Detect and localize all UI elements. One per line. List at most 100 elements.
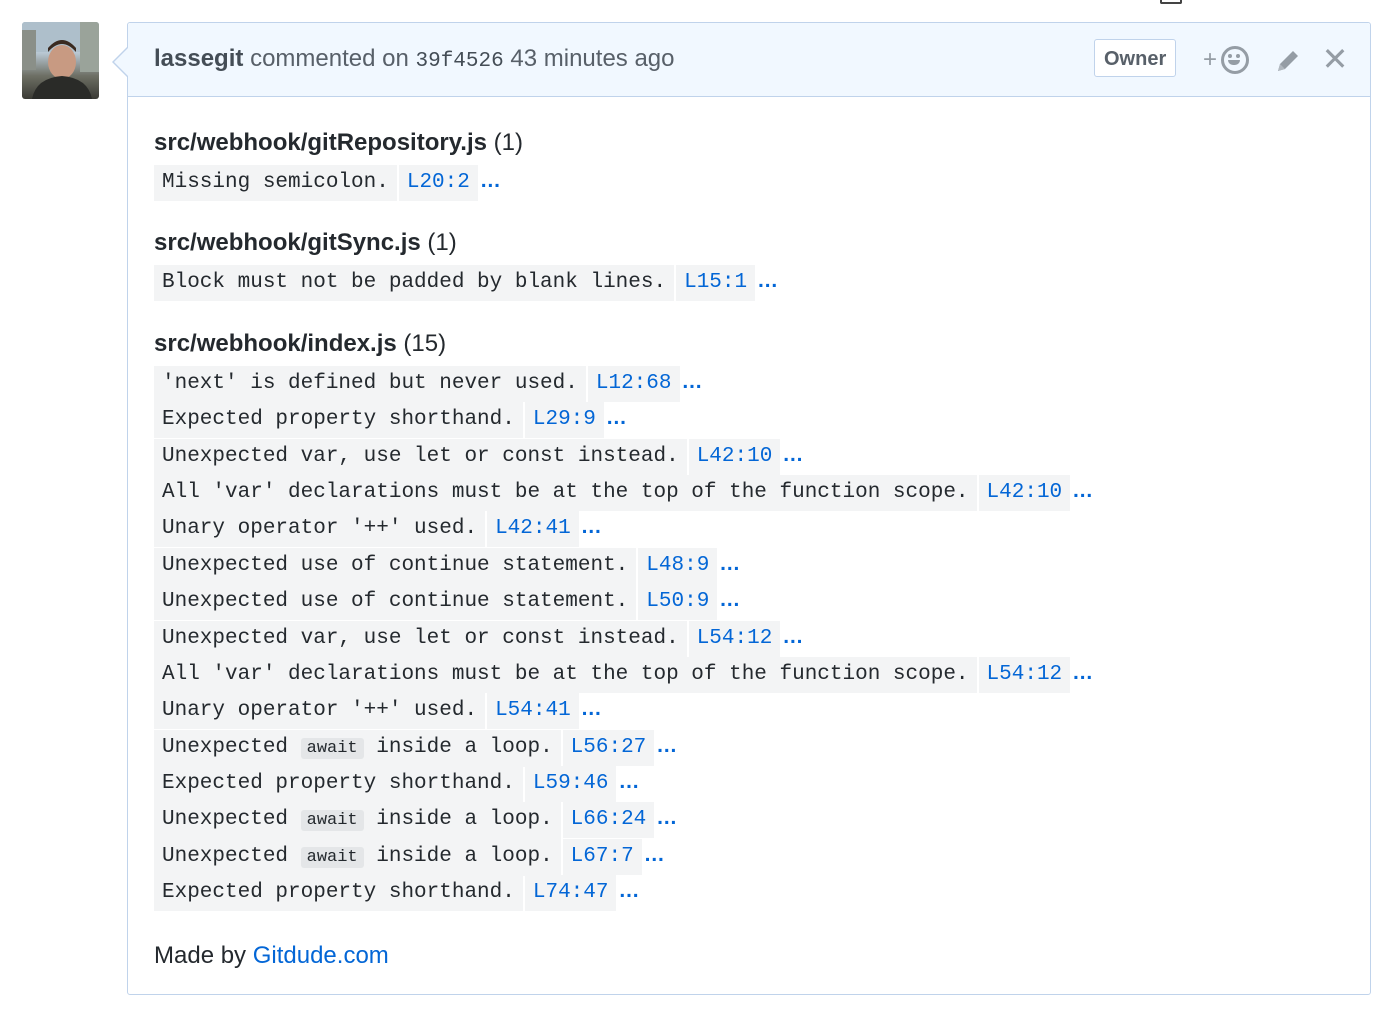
line-link[interactable]: L67:7 [562, 838, 642, 875]
line-link[interactable]: L29:9 [524, 402, 604, 439]
issue-message: Unexpected var, use let or const instead… [154, 438, 687, 475]
top-edge-fragment [1160, 0, 1380, 4]
issue-row: Unexpected use of continue statement. L50… [154, 582, 1344, 621]
expand-ellipsis[interactable]: … [480, 169, 501, 192]
gitdude-link[interactable]: Gitdude.com [253, 942, 389, 969]
issue-count: (15) [396, 329, 447, 357]
expand-ellipsis[interactable]: … [719, 588, 740, 611]
issue-message: Expected property shorthand. [154, 875, 523, 912]
message-text: All 'var' declarations must be at the to… [162, 662, 969, 686]
issue-row: 'next' is defined but never used. L12:68… [154, 364, 1344, 402]
file-path: src/webhook/gitSync.js [154, 229, 421, 257]
avatar-photo [22, 22, 99, 99]
issue-message: Expected property shorthand. [154, 766, 523, 803]
message-text: inside a loop. [363, 735, 553, 759]
expand-ellipsis[interactable]: … [606, 406, 627, 429]
message-text: inside a loop. [363, 844, 553, 868]
issue-message: Unary operator '++' used. [154, 693, 486, 730]
message-text: Expected property shorthand. [162, 408, 515, 432]
author-link[interactable]: lassegit [154, 45, 243, 72]
message-text: Unary operator '++' used. [162, 517, 478, 541]
issue-message: All 'var' declarations must be at the to… [154, 656, 977, 693]
issue-message: Unexpected use of continue statement. [154, 584, 637, 621]
line-link[interactable]: L42:41 [487, 511, 579, 548]
message-text: inside a loop. [363, 808, 553, 832]
expand-ellipsis[interactable]: … [1072, 661, 1093, 684]
line-link[interactable]: L42:10 [688, 438, 781, 475]
inline-code: await [300, 810, 364, 832]
issue-message: Unexpected use of continue statement. [154, 547, 637, 584]
add-reaction-button[interactable]: + [1203, 45, 1253, 75]
issue-message: Missing semicolon. [154, 165, 397, 201]
owner-badge: Owner [1094, 39, 1177, 77]
line-link[interactable]: L12:68 [587, 365, 680, 402]
line-link[interactable]: L66:24 [562, 802, 655, 839]
message-text: All 'var' declarations must be at the to… [162, 480, 969, 504]
avatar[interactable] [22, 22, 99, 99]
issue-count: (1) [420, 229, 457, 257]
expand-ellipsis[interactable]: … [757, 269, 778, 292]
expand-ellipsis[interactable]: … [719, 552, 740, 575]
pencil-icon [1278, 51, 1298, 71]
edit-comment-button[interactable] [1274, 47, 1302, 75]
expand-ellipsis[interactable]: … [656, 806, 677, 829]
expand-ellipsis[interactable]: … [618, 879, 639, 902]
issue-row: Expected property shorthand. L59:46… [154, 764, 1344, 803]
issue-row: Expected property shorthand. L29:9… [154, 400, 1344, 439]
line-link[interactable]: L50:9 [638, 584, 718, 621]
expand-ellipsis[interactable]: … [782, 625, 803, 648]
issue-message: Unary operator '++' used. [154, 511, 486, 548]
message-text: Unexpected [162, 735, 301, 759]
issue-message: Unexpected await inside a loop. [154, 838, 561, 876]
message-text: Unexpected use of continue statement. [162, 590, 629, 614]
expand-ellipsis[interactable]: … [682, 370, 703, 393]
commit-sha-link[interactable]: 39f4526 [416, 50, 504, 73]
issue-row: Unexpected await inside a loop. L67:7… [154, 837, 1344, 876]
line-link[interactable]: L48:9 [638, 547, 718, 584]
file-title: src/webhook/gitSync.js (1) [154, 223, 1344, 263]
file-group: src/webhook/gitSync.js (1) Block must not… [154, 223, 1344, 302]
line-link[interactable]: L74:47 [524, 875, 617, 912]
line-link[interactable]: L54:41 [487, 693, 579, 730]
message-text: Unexpected [162, 808, 301, 832]
issue-message: Unexpected await inside a loop. [154, 802, 561, 840]
line-link[interactable]: L15:1 [676, 265, 756, 302]
issue-message: All 'var' declarations must be at the to… [154, 474, 977, 511]
issue-row: Expected property shorthand. L74:47… [154, 873, 1344, 912]
expand-ellipsis[interactable]: … [581, 515, 602, 538]
comment-action: commented on [250, 45, 409, 72]
line-link[interactable]: L20:2 [398, 165, 478, 201]
line-link[interactable]: L56:27 [562, 729, 655, 766]
expand-ellipsis[interactable]: … [581, 697, 602, 720]
issue-message: Block must not be padded by blank lines. [154, 265, 675, 302]
issue-row: All 'var' declarations must be at the to… [154, 655, 1344, 693]
message-text: Missing semicolon. [162, 171, 389, 194]
issue-row: Missing semicolon. L20:2… [154, 163, 1344, 201]
comment-arrow-fill [114, 47, 129, 77]
file-path: src/webhook/gitRepository.js [154, 129, 487, 156]
issue-row: All 'var' declarations must be at the to… [154, 473, 1344, 511]
line-link[interactable]: L54:12 [688, 620, 781, 657]
expand-ellipsis[interactable]: … [1072, 479, 1093, 502]
line-link[interactable]: L59:46 [524, 766, 617, 803]
issue-row: Unexpected var, use let or const instead… [154, 437, 1344, 475]
issue-row: Unary operator '++' used. L42:41… [154, 509, 1344, 548]
line-link[interactable]: L42:10 [978, 474, 1071, 511]
issue-message: Unexpected var, use let or const instead… [154, 620, 687, 657]
checkbox-icon [1160, 0, 1182, 4]
footer: Made by Gitdude.com [154, 942, 1344, 970]
file-title: src/webhook/gitRepository.js (1) [154, 123, 1344, 163]
expand-ellipsis[interactable]: … [656, 734, 677, 757]
close-icon[interactable]: ✕ [1321, 41, 1349, 77]
message-text: Block must not be padded by blank lines. [162, 271, 667, 295]
smiley-icon [1221, 46, 1249, 74]
line-link[interactable]: L54:12 [978, 656, 1071, 693]
expand-ellipsis[interactable]: … [644, 843, 665, 866]
comment-box: lassegit commented on 39f4526 43 minutes… [112, 22, 1371, 995]
issue-row: Unexpected use of continue statement. L48… [154, 546, 1344, 584]
expand-ellipsis[interactable]: … [782, 443, 803, 466]
message-text: Expected property shorthand. [162, 881, 515, 905]
comment-timestamp[interactable]: 43 minutes ago [510, 45, 674, 72]
expand-ellipsis[interactable]: … [618, 770, 639, 793]
issue-row: Unary operator '++' used. L54:41… [154, 691, 1344, 730]
